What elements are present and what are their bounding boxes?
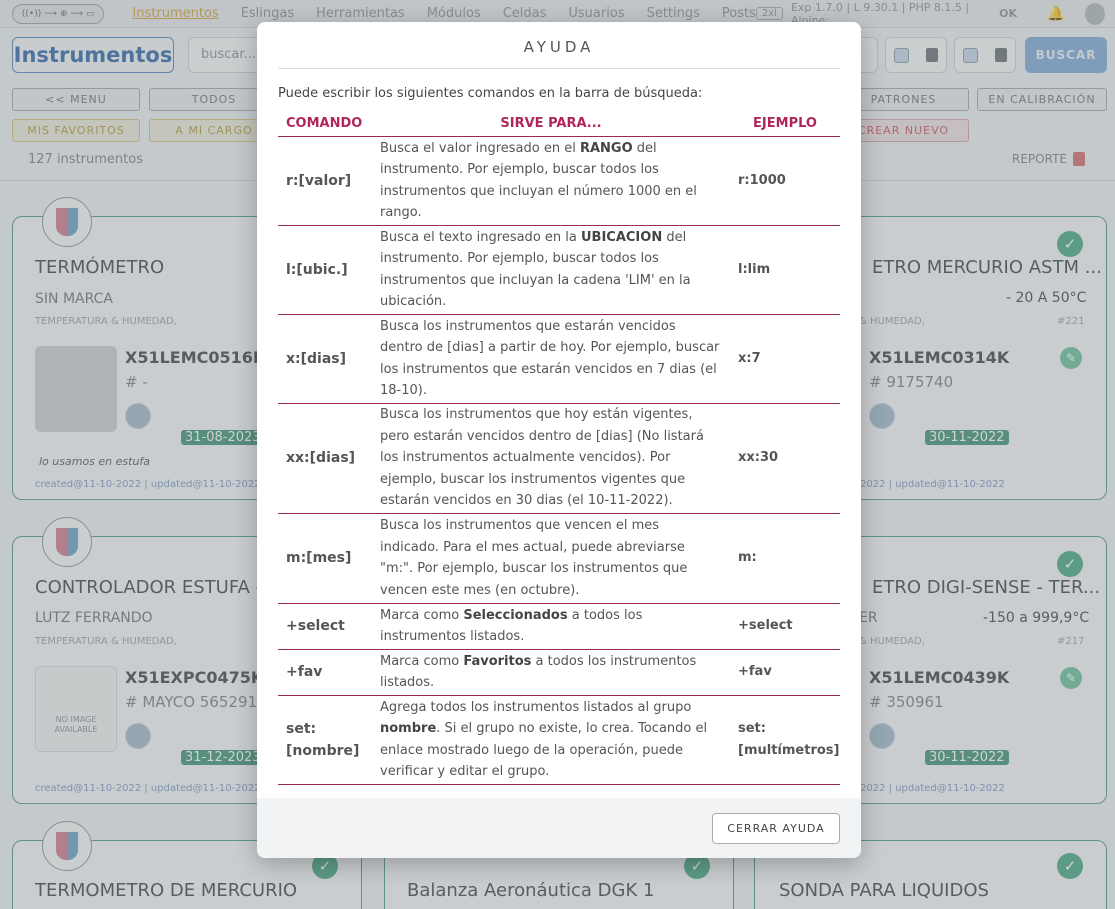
- description-cell: Busca el valor ingresado en el RANGO del…: [372, 136, 730, 226]
- command-cell: xx:[dias]: [278, 403, 372, 514]
- column-header-purpose: SIRVE PARA...: [372, 111, 730, 137]
- command-cell: +fav: [278, 649, 372, 696]
- description-cell: Busca los instrumentos que estarán venci…: [372, 314, 730, 404]
- example-cell: r:1000: [730, 136, 840, 226]
- description-cell: Marca como Seleccionados a todos los ins…: [372, 603, 730, 650]
- description-cell: Busca los instrumentos que vencen el mes…: [372, 513, 730, 604]
- description-keyword: RANGO: [579, 140, 633, 156]
- help-table-row: set:[nombre] Agrega todos los instrumento…: [278, 695, 840, 785]
- description-cell: Agrega todos los instrumentos listados a…: [372, 695, 730, 785]
- description-cell: Marca como Favoritos a todos los instrum…: [372, 649, 730, 696]
- command-cell: set:[nombre]: [278, 695, 372, 785]
- column-header-example: EJEMPLO: [730, 111, 840, 137]
- help-table-row: +select Marca como Seleccionados a todos …: [278, 603, 840, 650]
- help-table-row: m:[mes] Busca los instrumentos que vencen…: [278, 513, 840, 604]
- help-table-row: l:[ubic.] Busca el texto ingresado en la …: [278, 225, 840, 315]
- help-table-row: xx:[dias] Busca los instrumentos que hoy …: [278, 403, 840, 514]
- description-text: Busca los instrumentos que vencen el mes…: [380, 518, 688, 598]
- description-keyword: Favoritos: [463, 653, 532, 669]
- description-text: Busca los instrumentos que hoy están vig…: [380, 407, 704, 509]
- description-text: Marca como: [380, 607, 464, 623]
- help-table-row: +fav Marca como Favoritos a todos los ins…: [278, 649, 840, 696]
- description-keyword: UBICACION: [580, 229, 663, 245]
- example-cell: set:[multímetros]: [730, 695, 840, 785]
- command-cell: x:[dias]: [278, 314, 372, 404]
- description-text: Busca el valor ingresado en el: [380, 140, 580, 156]
- description-text: Busca los instrumentos que estarán venci…: [380, 318, 720, 399]
- example-cell: m:: [730, 513, 840, 604]
- example-cell: xx:30: [730, 403, 840, 514]
- description-text: Busca el texto ingresado en la: [380, 229, 581, 245]
- command-cell: l:[ubic.]: [278, 225, 372, 315]
- example-cell: l:lim: [730, 225, 840, 315]
- command-cell: m:[mes]: [278, 513, 372, 604]
- example-cell: +fav: [730, 649, 840, 696]
- column-header-command: COMANDO: [278, 111, 372, 137]
- help-table: COMANDO SIRVE PARA... EJEMPLO r:[valor] B…: [278, 111, 840, 785]
- help-table-header: COMANDO SIRVE PARA... EJEMPLO: [278, 111, 840, 137]
- divider: [278, 68, 840, 69]
- help-table-row: r:[valor] Busca el valor ingresado en el …: [278, 136, 840, 226]
- command-cell: r:[valor]: [278, 136, 372, 226]
- description-keyword: nombre: [380, 721, 437, 736]
- description-cell: Busca los instrumentos que hoy están vig…: [372, 403, 730, 514]
- description-cell: Busca el texto ingresado en la UBICACION…: [372, 225, 730, 315]
- example-cell: x:7: [730, 314, 840, 404]
- help-table-row: x:[dias] Busca los instrumentos que estar…: [278, 314, 840, 404]
- description-text: Marca como: [380, 653, 464, 669]
- description-keyword: Seleccionados: [463, 607, 568, 623]
- description-text: Agrega todos los instrumentos listados a…: [380, 699, 692, 715]
- help-modal: AYUDA Puede escribir los siguientes coma…: [257, 22, 861, 858]
- command-cell: +select: [278, 603, 372, 650]
- modal-title: AYUDA: [523, 38, 595, 56]
- close-help-button[interactable]: CERRAR AYUDA: [712, 813, 840, 844]
- modal-intro: Puede escribir los siguientes comandos e…: [278, 86, 703, 101]
- example-cell: +select: [730, 603, 840, 650]
